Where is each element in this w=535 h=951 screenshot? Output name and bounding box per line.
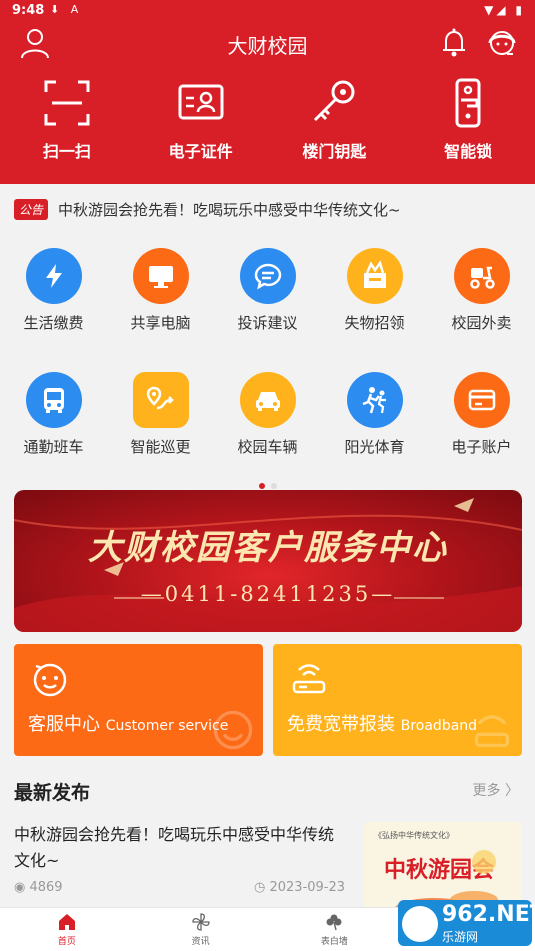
card-title: 客服中心: [28, 714, 100, 735]
service-sports[interactable]: 阳光体育: [321, 364, 428, 488]
service-label: 校园外卖: [451, 314, 512, 332]
status-notification-icons: ⬇ A: [50, 3, 83, 16]
home-icon: [58, 914, 75, 930]
quick-action-key[interactable]: 楼门钥匙: [268, 76, 402, 172]
id-card-icon: [178, 84, 224, 120]
news-date-value: 2023-09-23: [269, 880, 346, 895]
card-subtitle: Customer service: [105, 718, 229, 734]
broadband-card[interactable]: 免费宽带报装 Broadband: [273, 644, 522, 756]
service-grid-row: 通勤班车 智能巡更 校园车辆 阳光体育 电子账户: [0, 364, 535, 488]
quick-action-label: 楼门钥匙: [302, 142, 367, 161]
feature-cards: 客服中心 Customer service 免费宽带报装 Broadband: [14, 644, 522, 756]
tab-label: 资讯: [191, 937, 210, 947]
service-label: 智能巡更: [130, 438, 191, 456]
more-link[interactable]: 更多 〉: [473, 780, 519, 800]
lightning-icon: [25, 248, 82, 304]
smart-lock-icon: [455, 78, 481, 128]
tab-news[interactable]: 资讯: [134, 908, 268, 951]
scan-icon: [44, 80, 90, 126]
watermark-bottom: 乐游网: [442, 930, 479, 944]
smile-icon: [33, 663, 67, 697]
news-views-count: 4869: [29, 880, 63, 895]
scooter-icon: [453, 248, 510, 304]
service-e-account[interactable]: 电子账户: [428, 364, 535, 488]
watermark-top: 962.NET: [442, 902, 535, 927]
quick-action-id-card[interactable]: 电子证件: [134, 76, 268, 172]
news-item[interactable]: 中秋游园会抢先看！吃喝玩乐中感受中华传统文化~ ◉ 4869 ◷ 2023-09…: [0, 818, 535, 946]
watermark-logo-icon: [402, 906, 438, 942]
news-views: ◉ 4869: [14, 880, 63, 895]
router-watermark-icon: [474, 715, 510, 748]
quick-action-label: 扫一扫: [42, 142, 91, 161]
car-icon: [239, 372, 296, 428]
app-header: 9:48 ⬇ A ▼◢ ▮ 大财校园 扫一扫 电子证件 楼门钥匙 智能锁: [0, 0, 535, 184]
tab-confession-wall[interactable]: 表白墙: [268, 908, 402, 951]
card-subtitle: Broadband: [400, 718, 478, 734]
quick-action-smart-lock[interactable]: 智能锁: [401, 76, 535, 172]
service-label: 共享电脑: [130, 314, 191, 332]
bus-icon: [25, 372, 82, 428]
banner-title: 大财校园客户服务中心: [88, 528, 448, 568]
monitor-icon: [132, 248, 189, 304]
key-icon: [314, 80, 355, 122]
quick-action-label: 电子证件: [168, 142, 233, 161]
news-title: 中秋游园会抢先看！吃喝玩乐中感受中华传统文化~: [14, 825, 335, 870]
tab-home[interactable]: 首页: [0, 908, 134, 951]
latest-title: 最新发布: [14, 782, 91, 804]
site-watermark: 962.NET 乐游网: [398, 900, 535, 946]
clock-icon: ◷: [254, 880, 266, 895]
eye-icon: ◉: [14, 880, 26, 895]
status-system-icons: ▼◢ ▮: [484, 3, 525, 17]
chat-icon: [239, 248, 296, 304]
card-label: 客服中心 Customer service: [28, 710, 228, 736]
service-campus-vehicle[interactable]: 校园车辆: [214, 364, 321, 488]
pager-dot-active[interactable]: [258, 483, 265, 489]
quick-action-label: 智能锁: [444, 142, 493, 161]
service-label: 通勤班车: [23, 438, 84, 456]
tab-label: 表白墙: [320, 937, 348, 947]
quick-actions: 扫一扫 电子证件 楼门钥匙 智能锁: [0, 76, 535, 172]
route-icon: [132, 372, 189, 428]
notice-bar[interactable]: 公告 中秋游园会抢先看！吃喝玩乐中感受中华传统文化~: [0, 192, 535, 226]
service-center-banner[interactable]: 大财校园客户服务中心 —0411-82411235—: [14, 490, 522, 632]
service-shuttle-bus[interactable]: 通勤班车: [0, 364, 107, 488]
service-label: 阳光体育: [344, 438, 405, 456]
customer-service-card[interactable]: 客服中心 Customer service: [14, 644, 263, 756]
service-utilities[interactable]: 生活缴费: [0, 240, 107, 364]
service-label: 失物招领: [344, 314, 405, 332]
service-label: 电子账户: [451, 438, 512, 456]
card-label: 免费宽带报装 Broadband: [287, 710, 477, 736]
card-title: 免费宽带报装: [287, 714, 395, 735]
news-date: ◷ 2023-09-23: [254, 880, 345, 895]
service-lost-found[interactable]: 失物招领: [321, 240, 428, 364]
customer-service-icon[interactable]: [485, 26, 519, 60]
quick-action-scan[interactable]: 扫一扫: [0, 76, 134, 172]
tab-label: 首页: [57, 937, 76, 947]
latest-section-header: 最新发布 更多 〉: [0, 776, 535, 806]
smile-watermark-icon: [213, 710, 253, 750]
bell-icon[interactable]: [437, 26, 471, 60]
service-shared-pc[interactable]: 共享电脑: [107, 240, 214, 364]
status-bar: 9:48 ⬇ A ▼◢ ▮: [0, 0, 535, 24]
wallet-icon: [453, 372, 510, 428]
service-label: 校园车辆: [237, 438, 298, 456]
service-grid: 生活缴费 共享电脑 投诉建议 失物招领 校园外卖 通勤班车 智能巡更 校园车辆 …: [0, 240, 535, 488]
notice-badge: 公告: [14, 198, 49, 220]
pager-dot[interactable]: [270, 483, 277, 489]
service-grid-row: 生活缴费 共享电脑 投诉建议 失物招领 校园外卖: [0, 240, 535, 364]
notice-text: 中秋游园会抢先看！吃喝玩乐中感受中华传统文化~: [58, 200, 401, 219]
clover-icon: [326, 914, 342, 931]
banner-phone: —0411-82411235—: [140, 582, 396, 606]
service-food-delivery[interactable]: 校园外卖: [428, 240, 535, 364]
status-time: 9:48: [12, 3, 45, 18]
service-label: 投诉建议: [237, 314, 298, 332]
service-label: 生活缴费: [23, 314, 84, 332]
service-feedback[interactable]: 投诉建议: [214, 240, 321, 364]
runner-icon: [346, 372, 403, 428]
top-bar: 大财校园: [0, 24, 535, 64]
router-icon: [292, 664, 326, 694]
box-icon: [346, 248, 403, 304]
service-patrol[interactable]: 智能巡更: [107, 364, 214, 488]
pinwheel-icon: [191, 913, 210, 931]
